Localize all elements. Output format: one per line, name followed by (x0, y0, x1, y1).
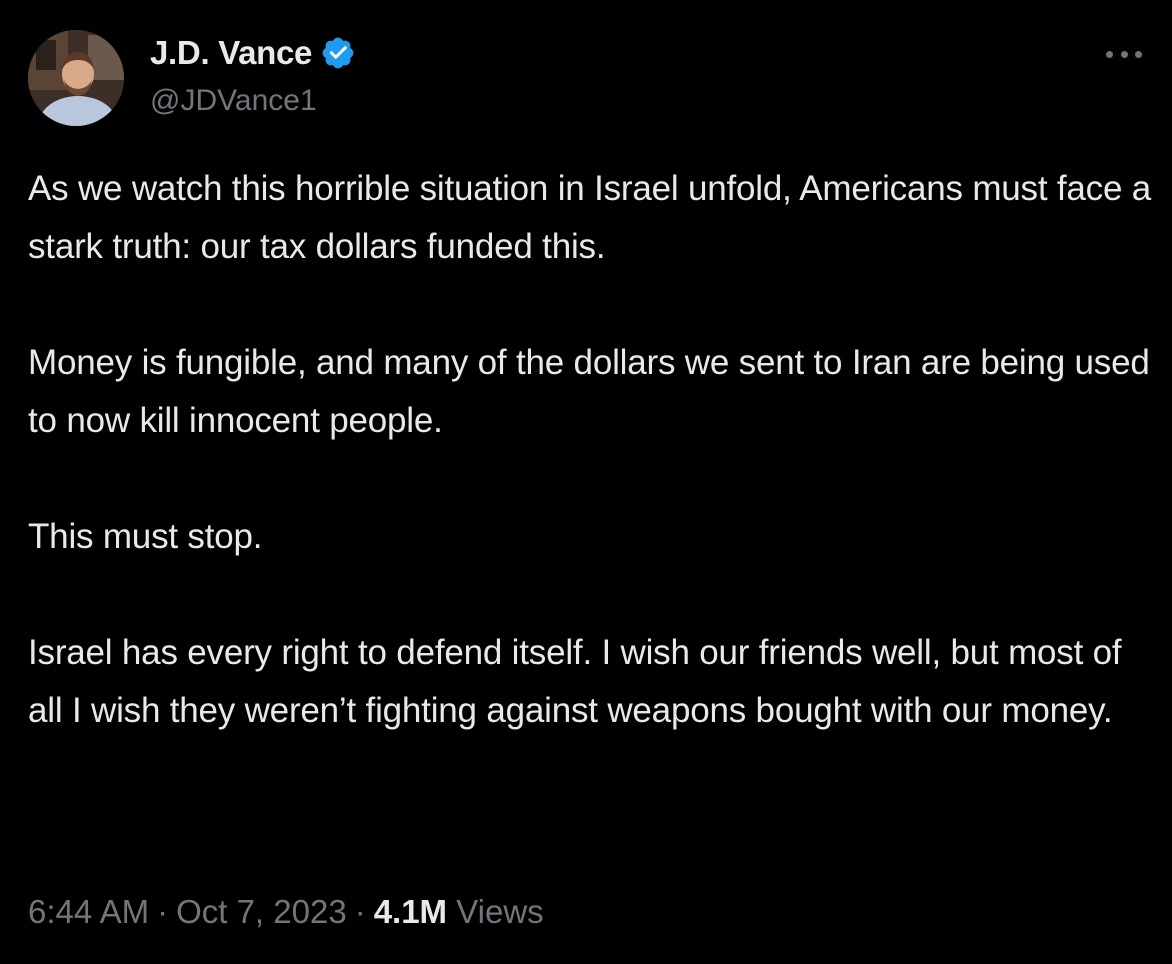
author-display-name[interactable]: J.D. Vance (150, 34, 312, 72)
tweet-metadata: 6:44 AM · Oct 7, 2023 · 4.1M Views (28, 893, 544, 931)
tweet-paragraph: Money is fungible, and many of the dolla… (28, 343, 1150, 440)
author-handle[interactable]: @JDVance1 (150, 84, 317, 118)
separator: · (157, 893, 169, 930)
tweet-text: As we watch this horrible situation in I… (28, 160, 1158, 740)
dot (1106, 50, 1113, 58)
avatar[interactable] (28, 30, 124, 126)
tweet-card: J.D. Vance @JDVance1 As we watch this ho… (0, 0, 1172, 964)
author-name-row: J.D. Vance (150, 34, 356, 72)
tweet-date[interactable]: Oct 7, 2023 (176, 893, 347, 931)
more-options-icon[interactable] (1106, 44, 1142, 64)
views-count: 4.1M (373, 893, 448, 930)
profile-photo-icon (28, 30, 124, 126)
tweet-time[interactable]: 6:44 AM (28, 893, 149, 931)
tweet-paragraph: As we watch this horrible situation in I… (28, 169, 1152, 266)
views-label: Views (456, 893, 544, 930)
separator: · (354, 893, 366, 930)
dot (1120, 50, 1128, 58)
tweet-paragraph: This must stop. (28, 517, 263, 556)
tweet-paragraph: Israel has every right to defend itself.… (28, 633, 1122, 730)
dot (1135, 50, 1142, 58)
views[interactable]: 4.1M Views (374, 893, 544, 931)
verified-badge-icon[interactable] (320, 35, 356, 71)
